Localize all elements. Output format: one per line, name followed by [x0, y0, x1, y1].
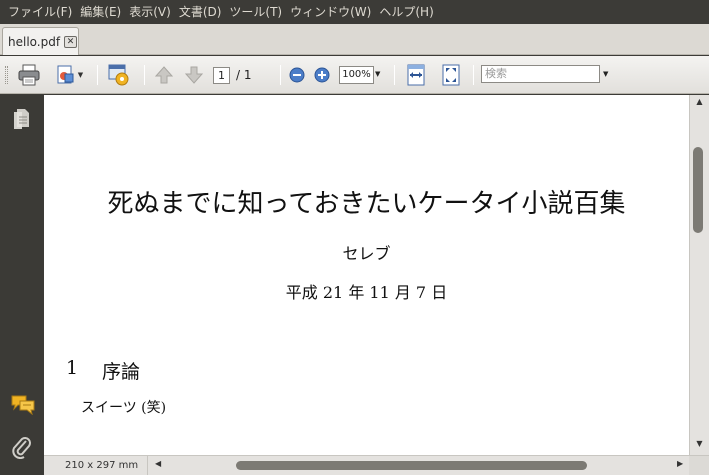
menu-file[interactable]: ファイル(F) — [4, 0, 76, 24]
comments-icon[interactable] — [11, 393, 35, 415]
scroll-left-icon[interactable]: ◀ — [155, 459, 161, 468]
pdf-page: 死ぬまでに知っておきたいケータイ小説百集 セレブ 平成 21 年 11 月 7 … — [44, 95, 689, 455]
menu-view[interactable]: 表示(V) — [125, 0, 175, 24]
scroll-down-icon[interactable]: ▼ — [690, 439, 709, 453]
search-input[interactable]: 検索 — [481, 65, 600, 83]
tab-hello-pdf[interactable]: hello.pdf ✕ — [2, 27, 79, 55]
toolbar-separator — [394, 65, 395, 85]
document-viewport[interactable]: 死ぬまでに知っておきたいケータイ小説百集 セレブ 平成 21 年 11 月 7 … — [44, 95, 709, 475]
web-button[interactable] — [104, 62, 134, 88]
export-button[interactable]: ▼ — [51, 62, 87, 88]
tab-label: hello.pdf — [8, 34, 61, 49]
zoom-out-icon — [289, 67, 305, 83]
zoom-in-button[interactable] — [312, 62, 332, 88]
page-total: / 1 — [236, 68, 252, 82]
menu-bar: ファイル(F) 編集(E) 表示(V) 文書(D) ツール(T) ウィンドウ(W… — [0, 0, 709, 24]
print-icon — [18, 64, 40, 86]
page-number-input[interactable]: 1 — [213, 67, 230, 84]
search-dropdown-arrow[interactable]: ▼ — [603, 70, 608, 78]
document-author: セレブ — [342, 244, 391, 263]
tab-strip: hello.pdf ✕ — [0, 24, 709, 55]
next-page-icon — [184, 66, 204, 84]
prev-page-icon — [154, 66, 174, 84]
zoom-select[interactable]: 100% — [339, 66, 374, 84]
next-page-button[interactable] — [182, 62, 206, 88]
document-title: 死ぬまでに知っておきたいケータイ小説百集 — [107, 189, 626, 219]
scroll-up-icon[interactable]: ▲ — [690, 97, 709, 111]
status-bar: 210 x 297 mm ◀ ▶ — [44, 455, 709, 475]
fit-width-icon — [407, 64, 425, 86]
pages-icon[interactable] — [11, 107, 33, 129]
print-button[interactable] — [15, 62, 43, 88]
fit-width-button[interactable] — [403, 62, 429, 88]
toolbar-separator — [144, 65, 145, 85]
toolbar-separator — [97, 65, 98, 85]
document-date: 平成 21 年 11 月 7 日 — [285, 283, 448, 302]
page-size-label: 210 x 297 mm — [44, 456, 148, 475]
vertical-scroll-thumb[interactable] — [693, 147, 703, 233]
fit-page-button[interactable] — [438, 62, 464, 88]
zoom-dropdown-arrow[interactable]: ▼ — [375, 70, 380, 78]
menu-tools[interactable]: ツール(T) — [225, 0, 286, 24]
body-text: スイーツ (笑) — [81, 400, 167, 416]
horizontal-scroll-thumb[interactable] — [236, 461, 587, 470]
web-icon — [108, 64, 129, 86]
toolbar-separator — [473, 65, 474, 85]
sidebar — [0, 95, 44, 475]
fit-page-icon — [442, 64, 460, 86]
scroll-right-icon[interactable]: ▶ — [677, 459, 683, 468]
toolbar-grip[interactable] — [5, 66, 8, 84]
menu-window[interactable]: ウィンドウ(W) — [286, 0, 375, 24]
attachments-icon[interactable] — [11, 435, 33, 459]
section-number: 1 — [66, 357, 79, 379]
scroll-corner — [689, 456, 709, 475]
zoom-out-button[interactable] — [287, 62, 307, 88]
toolbar-separator — [280, 65, 281, 85]
export-icon — [57, 65, 74, 84]
zoom-in-icon — [314, 67, 330, 83]
toolbar: ▼ 1 / 1 100% ▼ 検索 ▼ — [0, 56, 709, 94]
export-dropdown-arrow[interactable]: ▼ — [78, 71, 83, 79]
tab-close-button[interactable]: ✕ — [64, 35, 78, 48]
section-title: 序論 — [102, 361, 141, 383]
menu-edit[interactable]: 編集(E) — [76, 0, 125, 24]
prev-page-button[interactable] — [152, 62, 176, 88]
vertical-scrollbar[interactable]: ▲ ▼ — [689, 95, 709, 455]
menu-help[interactable]: ヘルプ(H) — [375, 0, 437, 24]
menu-document[interactable]: 文書(D) — [175, 0, 226, 24]
